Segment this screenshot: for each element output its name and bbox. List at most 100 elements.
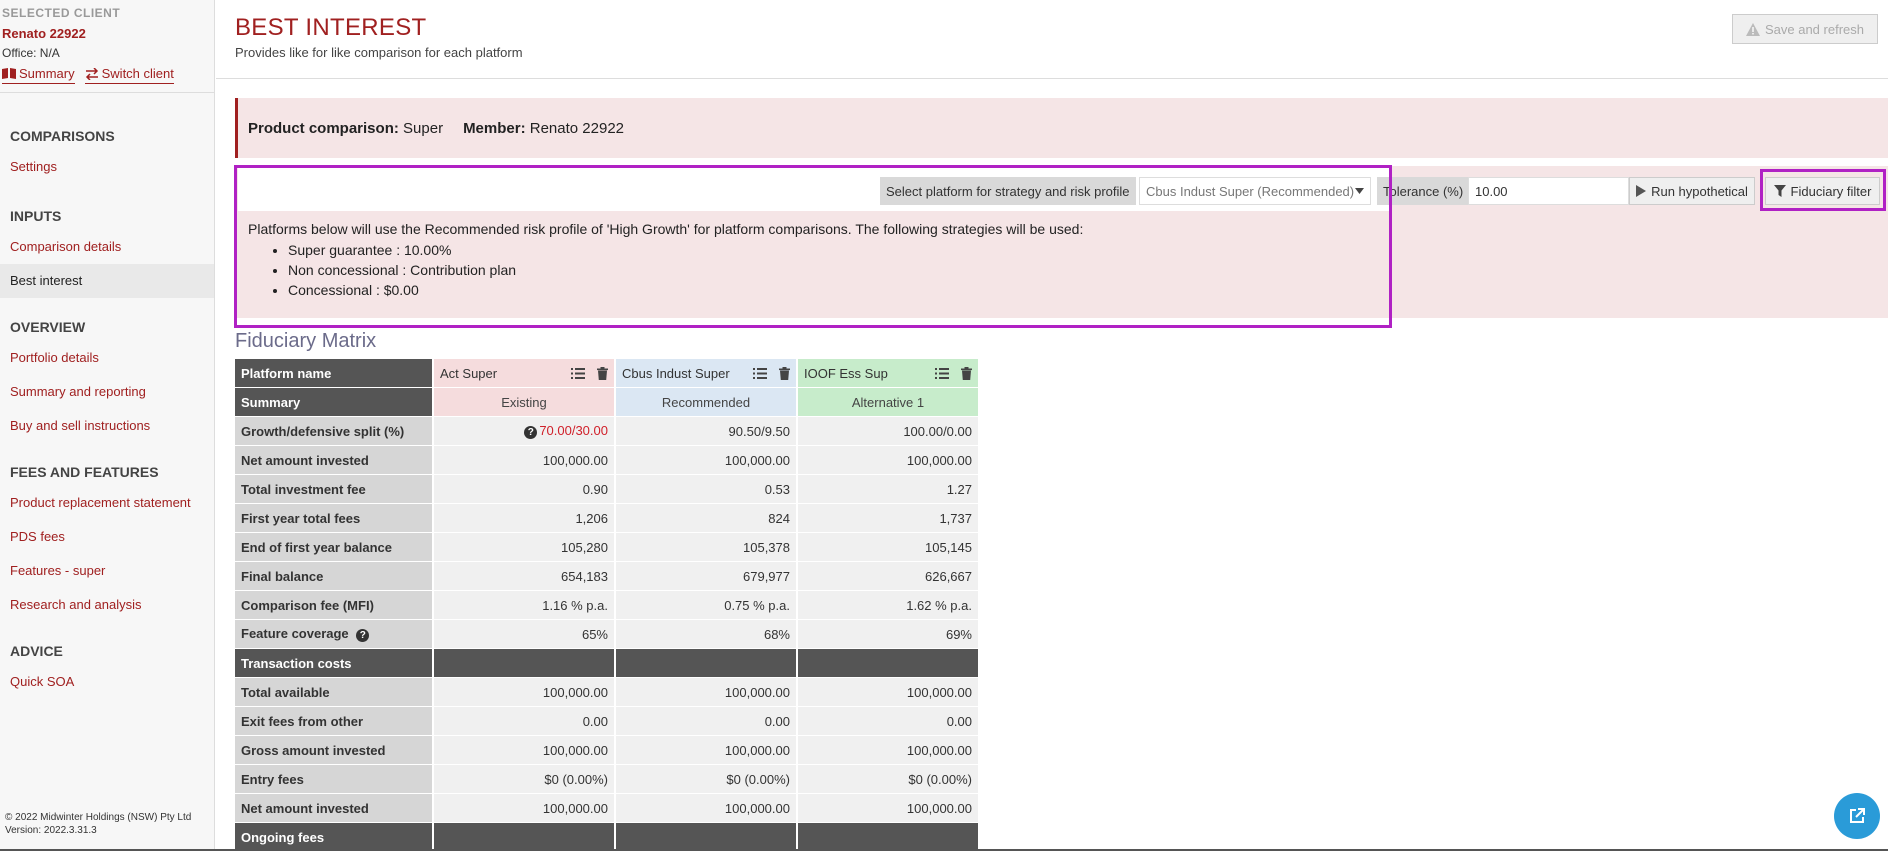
strategy-item: Super guarantee : 10.00% [288, 240, 1083, 260]
cell-value: 69% [798, 620, 978, 649]
nav-item-best-interest[interactable]: Best interest [0, 264, 214, 298]
strategy-list: Super guarantee : 10.00% Non concessiona… [288, 240, 1083, 300]
row-label: Final balance [235, 562, 432, 591]
platform-select[interactable]: Cbus Indust Super (Recommended) [1139, 177, 1371, 205]
row-label: Total available [235, 678, 432, 707]
cell-value: 1,737 [798, 504, 978, 533]
cell-value: 105,280 [434, 533, 614, 562]
table-row: First year total fees 1,206 824 1,737 [235, 504, 978, 533]
member-value: Renato 22922 [529, 119, 624, 137]
cell-value-text: 70.00/30.00 [539, 423, 608, 439]
cell-value: 100,000.00 [434, 446, 614, 475]
cell-value: 100,000.00 [616, 446, 796, 475]
platform-header-act-super: Act Super [434, 359, 614, 388]
cell-value: 100,000.00 [616, 736, 796, 765]
external-link-icon [1850, 808, 1865, 823]
nav-item-features-super[interactable]: Features - super [0, 554, 214, 588]
cell-value: 1.62 % p.a. [798, 591, 978, 620]
platform-role: Existing [434, 388, 614, 417]
nav-item-settings[interactable]: Settings [0, 150, 214, 184]
tolerance-input[interactable]: 10.00 [1468, 177, 1629, 205]
section-cell [616, 823, 796, 851]
book-icon [2, 68, 16, 79]
row-label: Exit fees from other [235, 707, 432, 736]
nav-item-portfolio-details[interactable]: Portfolio details [0, 341, 214, 375]
list-icon[interactable] [753, 367, 767, 379]
cell-value: 626,667 [798, 562, 978, 591]
cell-value: 100,000.00 [798, 794, 978, 823]
save-refresh-button[interactable]: Save and refresh [1732, 14, 1878, 44]
row-label: End of first year balance [235, 533, 432, 562]
nav-item-comparison-details[interactable]: Comparison details [0, 230, 214, 264]
filter-icon [1773, 185, 1786, 197]
row-label: Total investment fee [235, 475, 432, 504]
fiduciary-matrix-table: Platform name Act Super Cbus Indust Supe… [233, 359, 980, 851]
cell-value: 68% [616, 620, 796, 649]
cell-value: 0.75 % p.a. [616, 591, 796, 620]
table-row: End of first year balance 105,280 105,37… [235, 533, 978, 562]
fiduciary-filter-button[interactable]: Fiduciary filter [1765, 177, 1880, 205]
nav-item-pds-fees[interactable]: PDS fees [0, 520, 214, 554]
client-office: Office: N/A [2, 46, 60, 60]
warning-icon [1745, 22, 1760, 36]
cell-value: 100,000.00 [798, 678, 978, 707]
matrix-title: Fiduciary Matrix [235, 330, 377, 352]
section-cell [434, 823, 614, 851]
row-label: Net amount invested [235, 794, 432, 823]
nav-item-summary-reporting[interactable]: Summary and reporting [0, 375, 214, 409]
row-label: Net amount invested [235, 446, 432, 475]
table-row: Entry fees $0 (0.00%) $0 (0.00%) $0 (0.0… [235, 765, 978, 794]
product-banner: Product comparison: Super Member: Renato… [235, 98, 1888, 158]
switch-client-label: Switch client [101, 66, 174, 81]
list-icon[interactable] [571, 367, 585, 379]
copyright: © 2022 Midwinter Holdings (NSW) Pty Ltd [5, 812, 192, 823]
platform-name-row: Platform name Act Super Cbus Indust Supe… [235, 359, 978, 388]
platform-name: Cbus Indust Super [622, 365, 730, 381]
trash-icon[interactable] [779, 366, 790, 380]
run-hypothetical-button[interactable]: Run hypothetical [1629, 177, 1755, 205]
nav-item-product-replacement[interactable]: Product replacement statement [0, 486, 214, 520]
selected-client-heading: SELECTED CLIENT [2, 6, 121, 20]
table-row: Net amount invested 100,000.00 100,000.0… [235, 446, 978, 475]
version: Version: 2022.3.31.3 [5, 825, 97, 836]
section-cell [798, 823, 978, 851]
cell-value: 100,000.00 [616, 678, 796, 707]
switch-client-link[interactable]: Switch client [84, 66, 174, 84]
summary-link-label: Summary [19, 66, 75, 81]
cell-value: 100,000.00 [434, 678, 614, 707]
table-row: Total investment fee 0.90 0.53 1.27 [235, 475, 978, 504]
strategy-intro: Platforms below will use the Recommended… [248, 221, 1084, 237]
nav-section-inputs: INPUTS [10, 208, 62, 224]
tolerance-label: Tolerance (%) [1377, 177, 1470, 205]
section-row-ongoing: Ongoing fees [235, 823, 978, 851]
row-label: Entry fees [235, 765, 432, 794]
external-link-button[interactable] [1834, 793, 1880, 839]
summary-label: Summary [235, 388, 432, 417]
cell-value: 105,378 [616, 533, 796, 562]
cell-value: 1.27 [798, 475, 978, 504]
cell-value: 100,000.00 [434, 794, 614, 823]
nav-item-buy-sell[interactable]: Buy and sell instructions [0, 409, 214, 443]
trash-icon[interactable] [961, 366, 972, 380]
list-icon[interactable] [935, 367, 949, 379]
platform-role: Recommended [616, 388, 796, 417]
member-label: Member: [463, 119, 526, 137]
nav-item-research-analysis[interactable]: Research and analysis [0, 588, 214, 622]
platform-header-ioof: IOOF Ess Sup [798, 359, 978, 388]
divider [0, 92, 214, 93]
help-icon[interactable]: ? [356, 628, 370, 642]
play-icon [1636, 185, 1647, 197]
table-row: Net amount invested 100,000.00 100,000.0… [235, 794, 978, 823]
row-label: First year total fees [235, 504, 432, 533]
nav-item-quick-soa[interactable]: Quick SOA [0, 665, 214, 699]
trash-icon[interactable] [597, 366, 608, 380]
nav-section-advice: ADVICE [10, 643, 63, 659]
cell-value: 100,000.00 [616, 794, 796, 823]
nav-section-overview: OVERVIEW [10, 319, 86, 335]
cell-value: 1,206 [434, 504, 614, 533]
cell-value: 0.00 [616, 707, 796, 736]
summary-link[interactable]: Summary [2, 66, 75, 84]
client-name: Renato 22922 [2, 26, 86, 41]
section-row-transaction: Transaction costs [235, 649, 978, 678]
help-icon[interactable]: ? [524, 425, 538, 439]
